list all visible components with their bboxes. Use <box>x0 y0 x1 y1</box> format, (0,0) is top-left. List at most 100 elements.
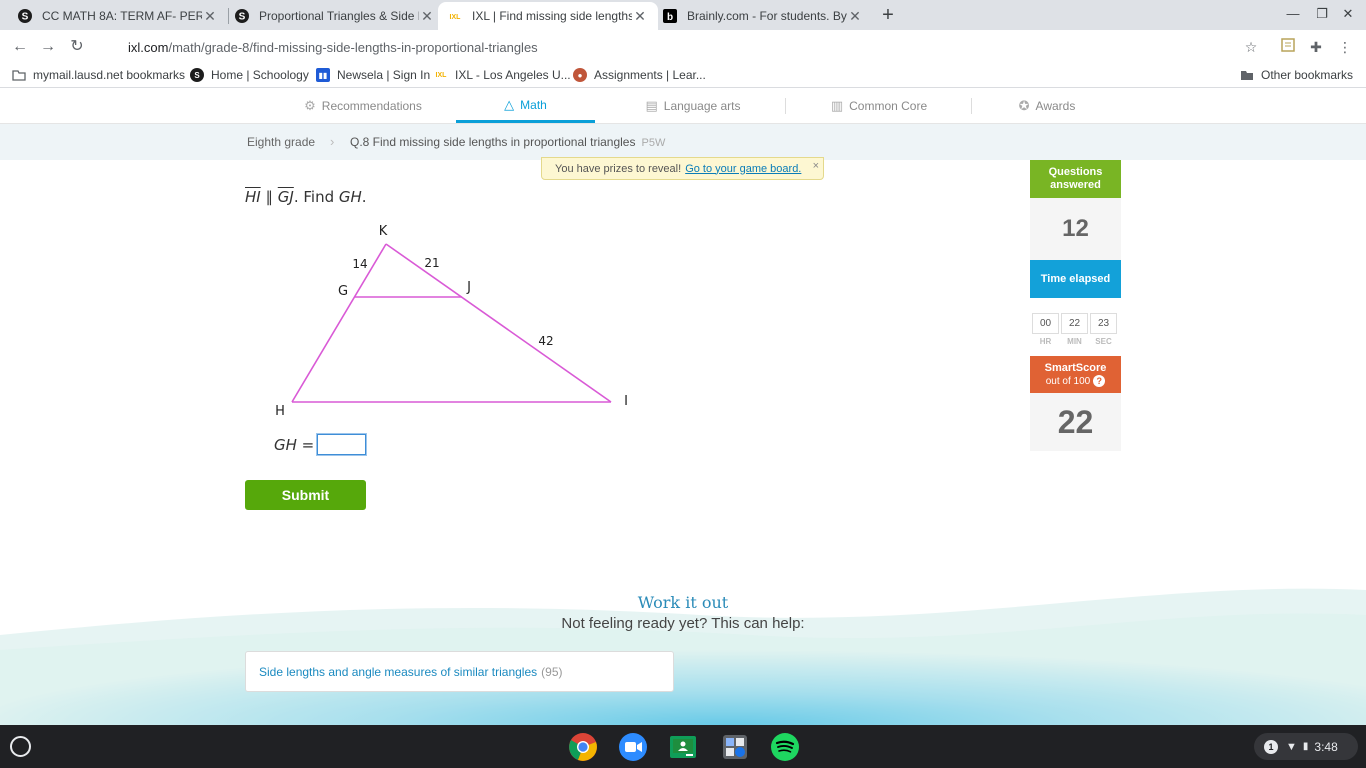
address-bar[interactable]: ixl.com/math/grade-8/find-missing-side-l… <box>100 33 1270 61</box>
zoom-icon[interactable] <box>618 732 648 762</box>
notification-badge: 1 <box>1264 739 1278 754</box>
bookmark-mymail[interactable]: mymail.lausd.net bookmarks <box>12 68 185 82</box>
work-it-out-subtitle: Not feeling ready yet? This can help: <box>561 615 805 632</box>
bookmark-assignments[interactable]: ● Assignments | Lear... <box>573 68 706 82</box>
time-elapsed-label: Time elapsed <box>1030 260 1121 298</box>
close-icon[interactable]: × <box>813 160 819 172</box>
timer-hr: 00 <box>1032 313 1059 334</box>
breadcrumb-skill: Q.8 Find missing side lengths in proport… <box>350 135 666 149</box>
chrome-icon[interactable] <box>568 732 598 762</box>
clock: 3:48 <box>1314 739 1338 754</box>
wifi-icon: ▼ <box>1286 740 1297 753</box>
vertex-k: K <box>379 224 388 239</box>
svg-text:b: b <box>667 12 673 23</box>
status-tray[interactable]: 1 ▼ ▮ 3:48 <box>1254 733 1358 760</box>
side-ki <box>385 243 612 403</box>
submit-button[interactable]: Submit <box>245 480 366 510</box>
answer-input[interactable] <box>316 433 367 456</box>
os-shelf: 1 ▼ ▮ 3:48 <box>0 725 1366 768</box>
minimize-icon[interactable]: — <box>1283 6 1303 21</box>
tab-strip: S CC MATH 8A: TERM AF- PERIOD ✕ S Propor… <box>0 0 1366 30</box>
bookmark-ixl[interactable]: IXL IXL - Los Angeles U... <box>434 68 571 82</box>
battery-icon: ▮ <box>1302 741 1309 752</box>
schoology-icon: S <box>235 9 249 23</box>
tab-cc-math[interactable]: S CC MATH 8A: TERM AF- PERIOD ✕ <box>8 2 228 30</box>
newsela-icon: ▮▮ <box>316 68 330 82</box>
close-window-icon[interactable]: ✕ <box>1338 6 1358 22</box>
building-icon: ▥ <box>830 98 844 113</box>
launcher-icon[interactable] <box>10 736 31 757</box>
ixl-icon: IXL <box>448 9 462 23</box>
assignments-icon: ● <box>573 68 587 82</box>
svg-text:S: S <box>22 12 29 23</box>
game-board-link[interactable]: Go to your game board. <box>685 163 801 175</box>
new-tab-button[interactable]: + <box>876 4 900 28</box>
bookmark-newsela[interactable]: ▮▮ Newsela | Sign In <box>316 68 430 82</box>
question-prompt: HI ∥ GJ. Find GH. <box>245 188 367 206</box>
schoology-icon: S <box>190 68 204 82</box>
calculator-icon[interactable] <box>720 732 750 762</box>
other-bookmarks[interactable]: Other bookmarks <box>1240 68 1353 82</box>
triangle-diagram: K G J H I 14 21 42 <box>275 224 628 419</box>
work-it-out-title: Work it out <box>637 593 729 612</box>
tab-brainly[interactable]: b Brainly.com - For students. By st ✕ <box>653 2 873 30</box>
close-icon[interactable]: ✕ <box>632 8 648 25</box>
browser-toolbar: ← → ↻ ixl.com/math/grade-8/find-missing-… <box>0 30 1366 64</box>
classroom-icon[interactable] <box>668 732 698 762</box>
length-kj: 21 <box>424 256 439 270</box>
svg-text:S: S <box>239 12 246 23</box>
reading-list-icon[interactable] <box>1279 38 1297 56</box>
recommendations-icon: ⚙ <box>304 98 316 113</box>
timer-sec: 23 <box>1090 313 1117 334</box>
schoology-icon: S <box>18 9 32 23</box>
awards-icon: ✪ <box>1018 98 1030 113</box>
bookmark-schoology[interactable]: S Home | Schoology <box>190 68 309 82</box>
close-icon[interactable]: ✕ <box>847 8 863 25</box>
breadcrumb: Eighth grade › Q.8 Find missing side len… <box>0 124 1366 160</box>
bookmarks-bar: mymail.lausd.net bookmarks S Home | Scho… <box>0 64 1366 88</box>
star-icon[interactable]: ☆ <box>1242 38 1260 56</box>
vertex-i: I <box>624 394 628 409</box>
close-icon[interactable]: ✕ <box>419 8 435 25</box>
menu-icon[interactable]: ⋮ <box>1336 38 1354 56</box>
smartscore-header: SmartScore out of 100? <box>1030 356 1121 393</box>
background-wave <box>0 588 1366 725</box>
smartscore-value: 22 <box>1030 393 1121 451</box>
prize-banner: You have prizes to reveal! Go to your ga… <box>541 157 824 180</box>
restore-icon[interactable]: ❐ <box>1312 6 1332 22</box>
chevron-right-icon: › <box>330 134 335 149</box>
folder-icon <box>1240 68 1254 82</box>
questions-answered-value: 12 <box>1030 198 1121 260</box>
back-icon[interactable]: ← <box>9 36 31 58</box>
vertex-g: G <box>338 284 348 299</box>
help-lesson-link[interactable]: Side lengths and angle measures of simil… <box>245 651 674 692</box>
brainly-icon: b <box>663 9 677 23</box>
tab-recommendations[interactable]: ⚙ Recommendations <box>270 89 456 123</box>
ixl-subject-nav: ⚙ Recommendations △ Math ▤ Language arts ▥ C… <box>0 89 1366 124</box>
questions-answered-label: Questions answered <box>1030 160 1121 198</box>
forward-icon[interactable]: → <box>37 36 59 58</box>
tab-awards[interactable]: ✪ Awards <box>972 89 1122 123</box>
length-kg: 14 <box>352 257 367 271</box>
vertex-h: H <box>275 404 285 419</box>
timer-hr-label: HR <box>1039 337 1052 346</box>
reload-icon[interactable]: ↻ <box>66 36 88 58</box>
tab-ixl[interactable]: IXL IXL | Find missing side lengths in ✕ <box>438 2 658 30</box>
tab-common-core[interactable]: ▥ Common Core <box>786 89 972 123</box>
tab-proportional-triangles[interactable]: S Proportional Triangles & Side Le ✕ <box>225 2 445 30</box>
close-icon[interactable]: ✕ <box>202 8 218 25</box>
pyramid-icon: △ <box>504 96 515 112</box>
folder-icon <box>12 68 26 82</box>
spotify-icon[interactable] <box>770 732 800 762</box>
vertex-j: J <box>466 280 471 295</box>
timer-sec-label: SEC <box>1095 337 1112 346</box>
timer-min: 22 <box>1061 313 1088 334</box>
svg-text:IXL: IXL <box>450 14 462 21</box>
timer-min-label: MIN <box>1067 337 1082 346</box>
tab-language-arts[interactable]: ▤ Language arts <box>600 89 786 123</box>
help-icon[interactable]: ? <box>1093 374 1106 387</box>
timer: 00 22 23 HR MIN SEC <box>1030 313 1121 355</box>
breadcrumb-grade[interactable]: Eighth grade <box>247 135 315 149</box>
extensions-icon[interactable]: ✚ <box>1307 38 1325 56</box>
tab-math[interactable]: △ Math <box>456 89 595 123</box>
